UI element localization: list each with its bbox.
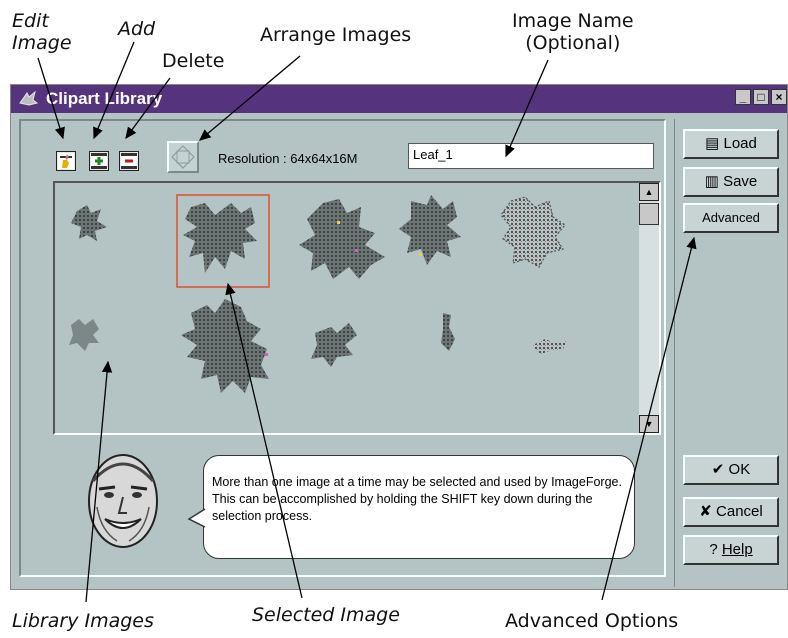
library-image[interactable] bbox=[71, 205, 107, 241]
x-icon: ✘ bbox=[699, 503, 712, 520]
disk-save-icon: ▥ bbox=[704, 173, 719, 190]
callout-image-name: Image Name (Optional) bbox=[512, 10, 634, 54]
title-bar[interactable]: Clipart Library _ □ × bbox=[11, 85, 787, 113]
image-name-input[interactable]: Leaf_1 bbox=[408, 143, 654, 169]
load-button[interactable]: ▤ Load bbox=[683, 129, 779, 159]
resolution-value: 64x64x16M bbox=[290, 151, 358, 166]
window-title: Clipart Library bbox=[46, 89, 163, 108]
help-button[interactable]: ? Help bbox=[683, 535, 779, 565]
arrange-icon bbox=[171, 145, 195, 169]
folder-load-icon: ▤ bbox=[705, 135, 720, 152]
app-icon bbox=[19, 90, 39, 106]
arrange-images-button[interactable] bbox=[167, 141, 199, 173]
minimize-button[interactable]: _ bbox=[735, 89, 751, 105]
add-image-button[interactable] bbox=[89, 151, 109, 171]
library-image[interactable] bbox=[533, 339, 567, 355]
callout-add: Add bbox=[118, 18, 156, 40]
selected-library-image[interactable] bbox=[176, 194, 270, 288]
library-image[interactable] bbox=[399, 195, 461, 265]
resolution-label: Resolution : bbox=[218, 151, 287, 166]
callout-delete: Delete bbox=[162, 50, 225, 72]
scroll-up-button[interactable]: ▲ bbox=[639, 183, 659, 201]
help-text: More than one image at a time may be sel… bbox=[212, 475, 622, 523]
save-button[interactable]: ▥ Save bbox=[683, 167, 779, 197]
cancel-button[interactable]: ✘ Cancel bbox=[683, 497, 779, 527]
library-image[interactable] bbox=[311, 323, 357, 367]
scroll-down-button[interactable]: ▼ bbox=[639, 415, 659, 433]
checkmark-icon: ✔ bbox=[711, 461, 725, 478]
help-speech-bubble: More than one image at a time may be sel… bbox=[203, 455, 635, 559]
callout-edit-image: Edit Image bbox=[12, 10, 72, 54]
bubble-tail bbox=[187, 508, 207, 528]
delete-image-button[interactable] bbox=[119, 151, 139, 171]
library-image[interactable] bbox=[299, 199, 385, 279]
minus-icon bbox=[121, 153, 137, 169]
gallery-scrollbar[interactable]: ▲ ▼ bbox=[639, 183, 659, 433]
library-image[interactable] bbox=[181, 299, 269, 393]
plus-icon bbox=[91, 153, 107, 169]
callout-arrange-images: Arrange Images bbox=[260, 24, 412, 46]
close-button[interactable]: × bbox=[771, 89, 787, 105]
question-icon: ? bbox=[709, 541, 718, 558]
callout-selected-image: Selected Image bbox=[252, 604, 400, 626]
library-image[interactable] bbox=[69, 319, 99, 351]
ok-button[interactable]: ✔ OK bbox=[683, 455, 779, 485]
callout-advanced-options: Advanced Options bbox=[505, 610, 679, 632]
clipart-library-window: Clipart Library _ □ × Resolution: 64x64… bbox=[10, 84, 788, 590]
assistant-face-icon bbox=[88, 454, 158, 548]
library-image[interactable] bbox=[500, 196, 566, 268]
maximize-button[interactable]: □ bbox=[753, 89, 769, 105]
right-panel-divider bbox=[674, 119, 675, 587]
image-library-gallery: ▲ ▼ bbox=[53, 181, 661, 435]
library-image[interactable] bbox=[441, 313, 455, 351]
callout-library-images: Library Images bbox=[12, 610, 154, 632]
edit-image-icon bbox=[58, 153, 74, 169]
content-panel: Resolution : 64x64x16M Leaf_1 ▲ ▼ More t… bbox=[19, 119, 666, 577]
scroll-thumb[interactable] bbox=[639, 203, 659, 225]
edit-image-button[interactable] bbox=[56, 151, 76, 171]
resolution-readout: Resolution : 64x64x16M bbox=[218, 151, 358, 166]
advanced-button[interactable]: Advanced bbox=[683, 203, 779, 233]
